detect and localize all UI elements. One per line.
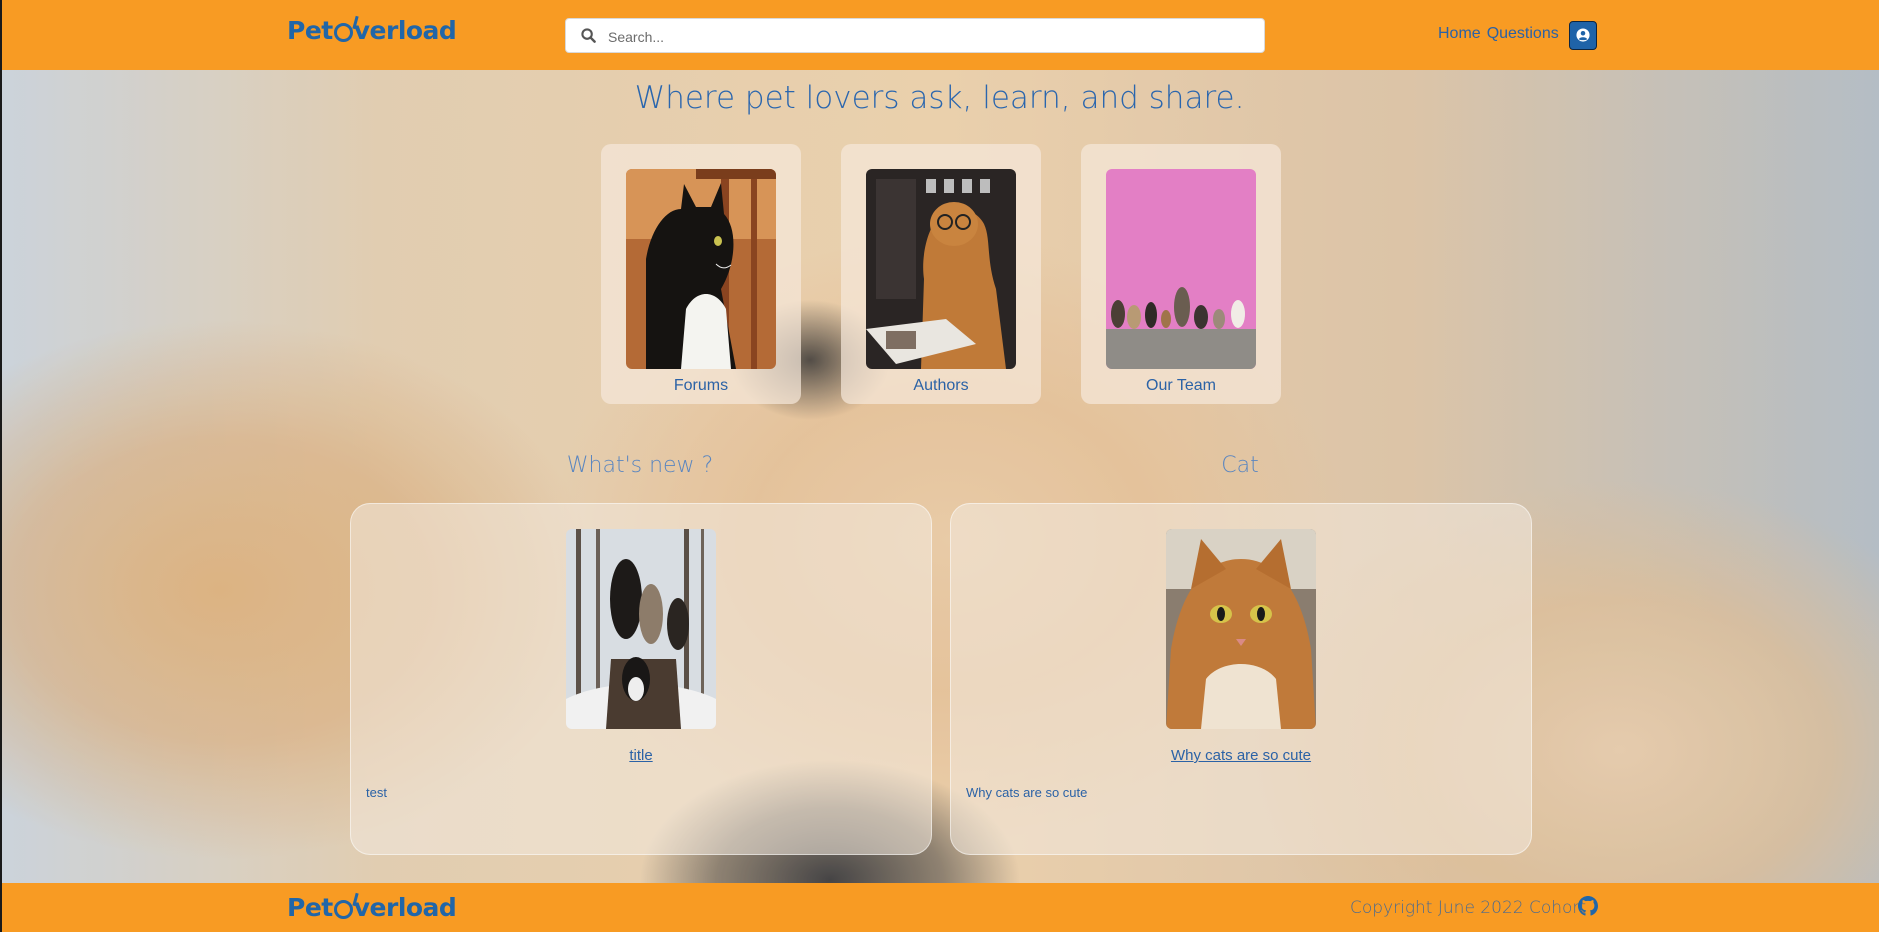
whats-new-card: title test: [350, 503, 932, 855]
whats-new-heading: What's new ?: [566, 453, 714, 478]
forums-image: [626, 169, 776, 369]
copyright-text: Copyright June 2022 Cohort: [1350, 898, 1587, 918]
authors-image: [866, 169, 1016, 369]
whats-new-post-body: test: [366, 785, 387, 800]
footer-brand-suffix: verload: [353, 893, 457, 922]
our-team-image: [1106, 169, 1256, 369]
whats-new-post-image[interactable]: [566, 529, 716, 729]
cat-post-title[interactable]: Why cats are so cute: [951, 747, 1531, 764]
our-team-card-label: Our Team: [1146, 377, 1216, 394]
hero-tagline: Where pet lovers ask, learn, and share.: [634, 80, 1245, 116]
brand-o-icon: [333, 23, 353, 42]
top-navbar: Pet verload Home Questions: [0, 0, 1879, 70]
nav-questions-link[interactable]: Questions: [1487, 25, 1559, 42]
brand-logo[interactable]: Pet verload: [287, 16, 457, 45]
hero-section: Where pet lovers ask, learn, and share. …: [0, 70, 1879, 883]
user-account-button[interactable]: [1569, 21, 1597, 50]
footer: Pet verload Copyright June 2022 Cohort: [0, 883, 1879, 932]
search-icon: [581, 28, 596, 43]
footer-brand-logo[interactable]: Pet verload: [287, 893, 457, 922]
brand-suffix: verload: [353, 16, 457, 45]
search-input[interactable]: [606, 19, 1250, 54]
nav-links: Home Questions: [1438, 25, 1565, 43]
window-edge: [0, 0, 2, 932]
user-circle-icon: [1576, 28, 1590, 42]
footer-brand-o-icon: [333, 900, 353, 919]
nav-home-link[interactable]: Home: [1438, 25, 1481, 42]
cat-heading: Cat: [1221, 453, 1259, 478]
cat-card: Why cats are so cute Why cats are so cut…: [950, 503, 1532, 855]
whats-new-post-title[interactable]: title: [351, 747, 931, 764]
cat-post-image[interactable]: [1166, 529, 1316, 729]
authors-card-label: Authors: [913, 377, 969, 394]
our-team-card[interactable]: Our Team: [1081, 144, 1281, 404]
forums-card-label: Forums: [673, 377, 729, 394]
github-icon[interactable]: [1578, 896, 1598, 916]
cat-post-body: Why cats are so cute: [966, 785, 1088, 800]
brand-prefix: Pet: [287, 16, 333, 45]
footer-brand-prefix: Pet: [287, 893, 333, 922]
forums-card[interactable]: Forums: [601, 144, 801, 404]
search-bar[interactable]: [565, 18, 1265, 54]
authors-card[interactable]: Authors: [841, 144, 1041, 404]
